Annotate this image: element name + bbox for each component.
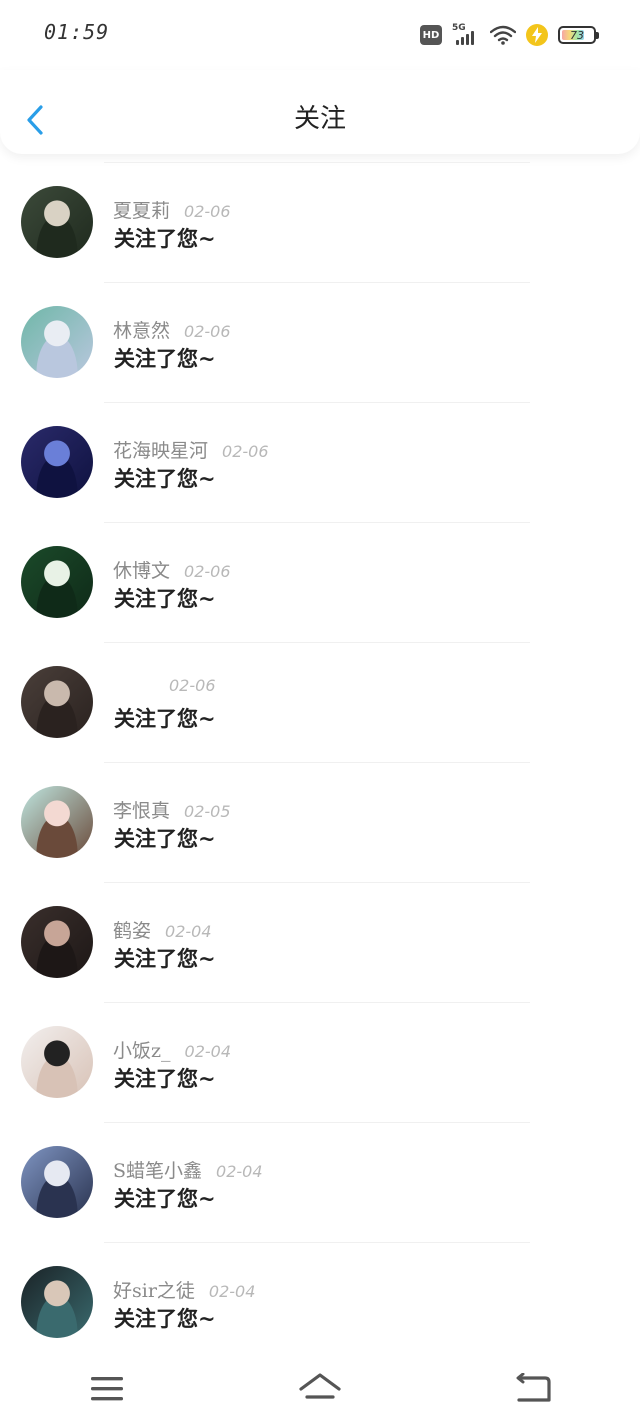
charging-icon: [526, 24, 548, 46]
return-icon: [516, 1372, 551, 1402]
menu-button[interactable]: [77, 1359, 137, 1419]
follow-message: 关注了您~: [114, 826, 216, 851]
network-type-label: 5G: [452, 23, 466, 33]
follow-message: 关注了您~: [114, 946, 216, 971]
user-name[interactable]: 好sir之徒: [113, 1276, 195, 1303]
follower-item[interactable]: 休博文 02-06 关注了您~: [0, 523, 640, 642]
item-meta: 夏夏莉 02-06: [113, 196, 231, 223]
hd-icon: HD: [420, 25, 442, 45]
signal-icon: 5G: [452, 23, 480, 45]
follower-item[interactable]: 好sir之徒 02-04 关注了您~: [0, 1243, 640, 1362]
clock: 01:59: [44, 20, 110, 44]
user-name[interactable]: 鹤姿: [113, 916, 151, 943]
follow-message: 关注了您~: [114, 1186, 216, 1211]
follower-item[interactable]: 02-06 关注了您~: [0, 643, 640, 762]
item-meta: 李恨真 02-05: [113, 796, 231, 823]
follow-message: 关注了您~: [114, 466, 216, 491]
battery-level: 73: [570, 28, 584, 42]
follower-item[interactable]: S蜡笔小鑫 02-04 关注了您~: [0, 1123, 640, 1242]
follow-message: 关注了您~: [114, 1066, 216, 1091]
user-name[interactable]: 李恨真: [113, 796, 170, 823]
follow-date: 02-06: [184, 202, 231, 221]
follow-date: 02-06: [169, 676, 216, 695]
follow-date: 02-04: [165, 922, 212, 941]
follow-date: 02-06: [184, 562, 231, 581]
follow-date: 02-06: [184, 322, 231, 341]
follow-message: 关注了您~: [114, 706, 216, 731]
page-title: 关注: [293, 104, 346, 134]
avatar[interactable]: [21, 1026, 93, 1098]
home-icon: [299, 1372, 341, 1399]
item-meta: 小饭z_ 02-04: [113, 1036, 231, 1063]
return-button[interactable]: [503, 1359, 563, 1419]
app-header: 关注: [0, 70, 640, 154]
avatar[interactable]: [21, 186, 93, 258]
avatar[interactable]: [21, 426, 93, 498]
follow-message: 关注了您~: [114, 346, 216, 371]
follow-date: 02-06: [222, 442, 269, 461]
follow-date: 02-04: [216, 1162, 263, 1181]
avatar[interactable]: [21, 306, 93, 378]
follow-date: 02-04: [208, 1282, 256, 1301]
avatar[interactable]: [21, 786, 93, 858]
avatar[interactable]: [21, 666, 93, 738]
avatar[interactable]: [21, 1146, 93, 1218]
follower-item[interactable]: 林意然 02-06 关注了您~: [0, 283, 640, 402]
status-bar: 01:59 HD 5G 73: [0, 0, 640, 70]
follow-date: 02-04: [184, 1042, 232, 1061]
user-name[interactable]: S蜡笔小鑫: [113, 1156, 202, 1183]
wifi-icon: [490, 25, 516, 45]
follow-date: 02-05: [184, 802, 231, 821]
item-meta: 休博文 02-06: [113, 556, 231, 583]
avatar[interactable]: [21, 546, 93, 618]
follower-item[interactable]: 花海映星河 02-06 关注了您~: [0, 403, 640, 522]
user-name[interactable]: 花海映星河: [113, 436, 208, 463]
user-name[interactable]: 休博文: [113, 556, 170, 583]
user-name[interactable]: 林意然: [113, 316, 170, 343]
battery-icon: 73: [558, 26, 599, 44]
follower-item[interactable]: 小饭z_ 02-04 关注了您~: [0, 1003, 640, 1122]
follower-item[interactable]: 鹤姿 02-04 关注了您~: [0, 883, 640, 1002]
avatar[interactable]: [21, 1266, 93, 1338]
follow-message: 关注了您~: [114, 226, 216, 251]
follower-item[interactable]: 李恨真 02-05 关注了您~: [0, 763, 640, 882]
user-name[interactable]: 小饭z_: [113, 1036, 171, 1063]
user-name[interactable]: 夏夏莉: [113, 196, 170, 223]
menu-icon: [90, 1376, 123, 1400]
avatar[interactable]: [21, 906, 93, 978]
system-nav-bar: [0, 1350, 640, 1427]
item-meta: 好sir之徒 02-04: [113, 1276, 255, 1303]
status-icons: HD 5G 73: [420, 22, 599, 48]
follow-message: 关注了您~: [114, 1306, 216, 1331]
follower-item[interactable]: 夏夏莉 02-06 关注了您~: [0, 163, 640, 282]
item-meta: 鹤姿 02-04: [113, 916, 212, 943]
follower-list: 夏夏莉 02-06 关注了您~ 林意然 02-06 关注了您~ 花海映星河 02-06 关注了您…: [0, 162, 640, 1362]
home-button[interactable]: [290, 1359, 350, 1419]
follow-message: 关注了您~: [114, 586, 216, 611]
item-meta: 02-06: [113, 676, 216, 695]
item-meta: S蜡笔小鑫 02-04: [113, 1156, 263, 1183]
item-meta: 林意然 02-06: [113, 316, 231, 343]
item-meta: 花海映星河 02-06: [113, 436, 269, 463]
